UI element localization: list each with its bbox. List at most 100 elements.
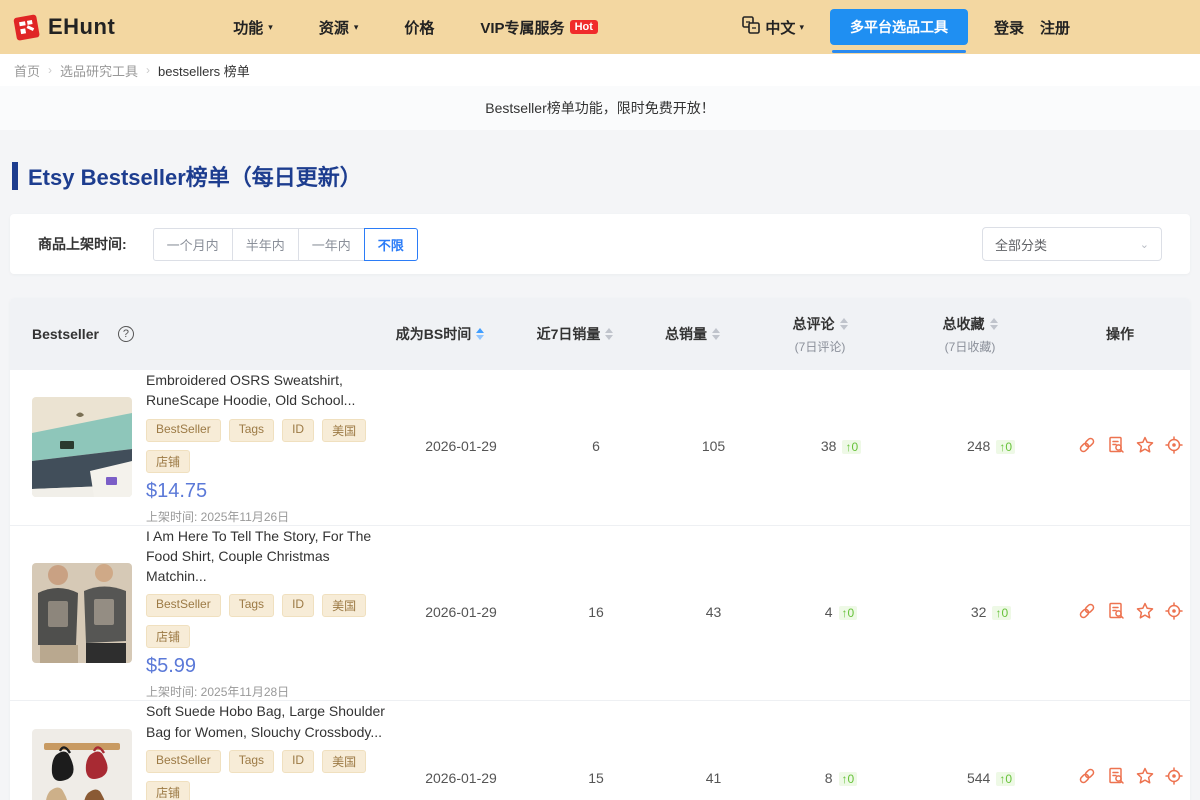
sort-carets-icon	[605, 328, 613, 340]
link-icon[interactable]	[1078, 767, 1096, 785]
language-switcher[interactable]: 中文 ▾	[741, 15, 804, 39]
total-sales-value: 43	[706, 604, 722, 620]
breadcrumb-research-tools[interactable]: 选品研究工具	[60, 61, 138, 80]
question-circle-icon[interactable]: ?	[118, 326, 134, 342]
sort-total-sales[interactable]: 总销量	[665, 324, 720, 344]
product-price: $14.75	[146, 480, 386, 503]
sort-carets-icon	[476, 328, 484, 340]
tag-shop[interactable]: 店铺	[146, 781, 190, 800]
nav-vip-service[interactable]: VIP专属服务 Hot	[480, 17, 598, 38]
tag-bestseller[interactable]: BestSeller	[146, 419, 221, 442]
link-icon[interactable]	[1078, 436, 1096, 454]
logo[interactable]: EHunt	[12, 12, 115, 42]
tag-bestseller[interactable]: BestSeller	[146, 594, 221, 617]
sales-7d-value: 16	[588, 604, 604, 620]
col-header-bestseller: Bestseller ?	[10, 326, 365, 342]
sort-bs-time[interactable]: 成为BS时间	[396, 324, 484, 344]
sort-total-reviews[interactable]: 总评论	[793, 314, 848, 334]
filter-card: 商品上架时间: 一个月内 半年内 一年内 不限 全部分类 ⌄	[10, 214, 1190, 274]
nav-resources[interactable]: 资源 ▾	[319, 17, 359, 38]
product-image[interactable]	[32, 563, 132, 663]
row-actions	[1078, 602, 1183, 620]
product-cell: I Am Here To Tell The Story, For The Foo…	[10, 526, 386, 701]
doc-search-icon[interactable]	[1107, 436, 1125, 454]
product-info: Embroidered OSRS Sweatshirt, RuneScape H…	[146, 370, 386, 525]
product-price: $5.99	[146, 655, 386, 678]
target-icon[interactable]	[1165, 436, 1183, 454]
product-title[interactable]: Soft Suede Hobo Bag, Large Shoulder Bag …	[146, 701, 386, 742]
tag-bestseller[interactable]: BestSeller	[146, 750, 221, 773]
tag-id[interactable]: ID	[282, 594, 314, 617]
page-title-wrap: Etsy Bestseller榜单（每日更新）	[0, 130, 1200, 192]
sort-sales-7d[interactable]: 近7日销量	[537, 324, 614, 344]
bs-time-value: 2026-01-29	[425, 438, 497, 454]
filter-unlimited[interactable]: 不限	[364, 228, 418, 261]
favorites-delta-badge: ↑0	[992, 606, 1011, 620]
col-header-sales-7d: 近7日销量	[515, 324, 635, 344]
notice-banner: Bestseller榜单功能，限时免费开放！	[0, 86, 1200, 130]
nav-resources-label: 资源	[319, 17, 349, 38]
chevron-down-icon: ▾	[799, 22, 804, 33]
table-row: Soft Suede Hobo Bag, Large Shoulder Bag …	[10, 701, 1190, 800]
tag-id[interactable]: ID	[282, 750, 314, 773]
product-title[interactable]: Embroidered OSRS Sweatshirt, RuneScape H…	[146, 370, 386, 411]
total-sales-value: 41	[706, 770, 722, 786]
target-icon[interactable]	[1165, 767, 1183, 785]
tag-tags[interactable]: Tags	[229, 750, 274, 773]
listing-time-filter: 一个月内 半年内 一年内 不限	[153, 228, 418, 261]
product-tags: BestSeller Tags ID 美国 店铺	[146, 594, 386, 648]
multi-platform-tool-button[interactable]: 多平台选品工具	[830, 9, 968, 45]
notice-text: Bestseller榜单功能，限时免费开放！	[485, 98, 714, 118]
table-row: I Am Here To Tell The Story, For The Foo…	[10, 526, 1190, 702]
tag-shop[interactable]: 店铺	[146, 450, 190, 473]
nav-features[interactable]: 功能 ▾	[233, 17, 273, 38]
nav-features-label: 功能	[233, 17, 263, 38]
ehunt-logo-icon	[12, 12, 42, 42]
reviews-sub-label: (7日评论)	[750, 338, 890, 355]
category-dropdown[interactable]: 全部分类 ⌄	[982, 227, 1162, 261]
reviews-delta-badge: ↑0	[842, 440, 861, 454]
tag-tags[interactable]: Tags	[229, 419, 274, 442]
star-icon[interactable]	[1136, 436, 1154, 454]
breadcrumb: 首页 › 选品研究工具 › bestsellers 榜单	[0, 54, 1200, 86]
tag-country[interactable]: 美国	[322, 750, 366, 773]
star-icon[interactable]	[1136, 602, 1154, 620]
register-link[interactable]: 注册	[1040, 17, 1070, 38]
product-cell: Soft Suede Hobo Bag, Large Shoulder Bag …	[10, 701, 386, 800]
language-label: 中文	[765, 17, 795, 38]
filter-one-year[interactable]: 一年内	[298, 228, 365, 261]
link-icon[interactable]	[1078, 602, 1096, 620]
product-info: Soft Suede Hobo Bag, Large Shoulder Bag …	[146, 701, 386, 800]
tag-id[interactable]: ID	[282, 419, 314, 442]
sales-7d-value: 15	[588, 770, 604, 786]
breadcrumb-home[interactable]: 首页	[14, 61, 40, 80]
product-listed-date: 上架时间: 2025年11月28日	[146, 683, 386, 700]
total-sales-value: 105	[702, 438, 725, 454]
star-icon[interactable]	[1136, 767, 1154, 785]
product-image[interactable]	[32, 397, 132, 497]
product-image[interactable]	[32, 729, 132, 800]
total-reviews-value: 4	[825, 604, 833, 620]
col-header-actions: 操作	[1050, 324, 1190, 344]
top-navbar: EHunt 功能 ▾ 资源 ▾ 价格 VIP专属服务 Hot	[0, 0, 1200, 54]
tag-country[interactable]: 美国	[322, 419, 366, 442]
cta-wrap: 多平台选品工具	[830, 9, 968, 45]
tag-shop[interactable]: 店铺	[146, 625, 190, 648]
table-row: Embroidered OSRS Sweatshirt, RuneScape H…	[10, 370, 1190, 526]
breadcrumb-current: bestsellers 榜单	[158, 61, 250, 80]
filter-half-year[interactable]: 半年内	[232, 228, 299, 261]
product-cell: Embroidered OSRS Sweatshirt, RuneScape H…	[10, 370, 386, 525]
breadcrumb-separator: ›	[48, 63, 52, 77]
col-header-total-reviews: 总评论 (7日评论)	[750, 314, 890, 355]
tag-tags[interactable]: Tags	[229, 594, 274, 617]
login-link[interactable]: 登录	[994, 17, 1024, 38]
filter-one-month[interactable]: 一个月内	[153, 228, 233, 261]
sort-total-favorites[interactable]: 总收藏	[943, 314, 998, 334]
sort-carets-icon	[990, 318, 998, 330]
tag-country[interactable]: 美国	[322, 594, 366, 617]
nav-pricing[interactable]: 价格	[404, 17, 434, 38]
doc-search-icon[interactable]	[1107, 767, 1125, 785]
doc-search-icon[interactable]	[1107, 602, 1125, 620]
target-icon[interactable]	[1165, 602, 1183, 620]
product-title[interactable]: I Am Here To Tell The Story, For The Foo…	[146, 526, 386, 587]
